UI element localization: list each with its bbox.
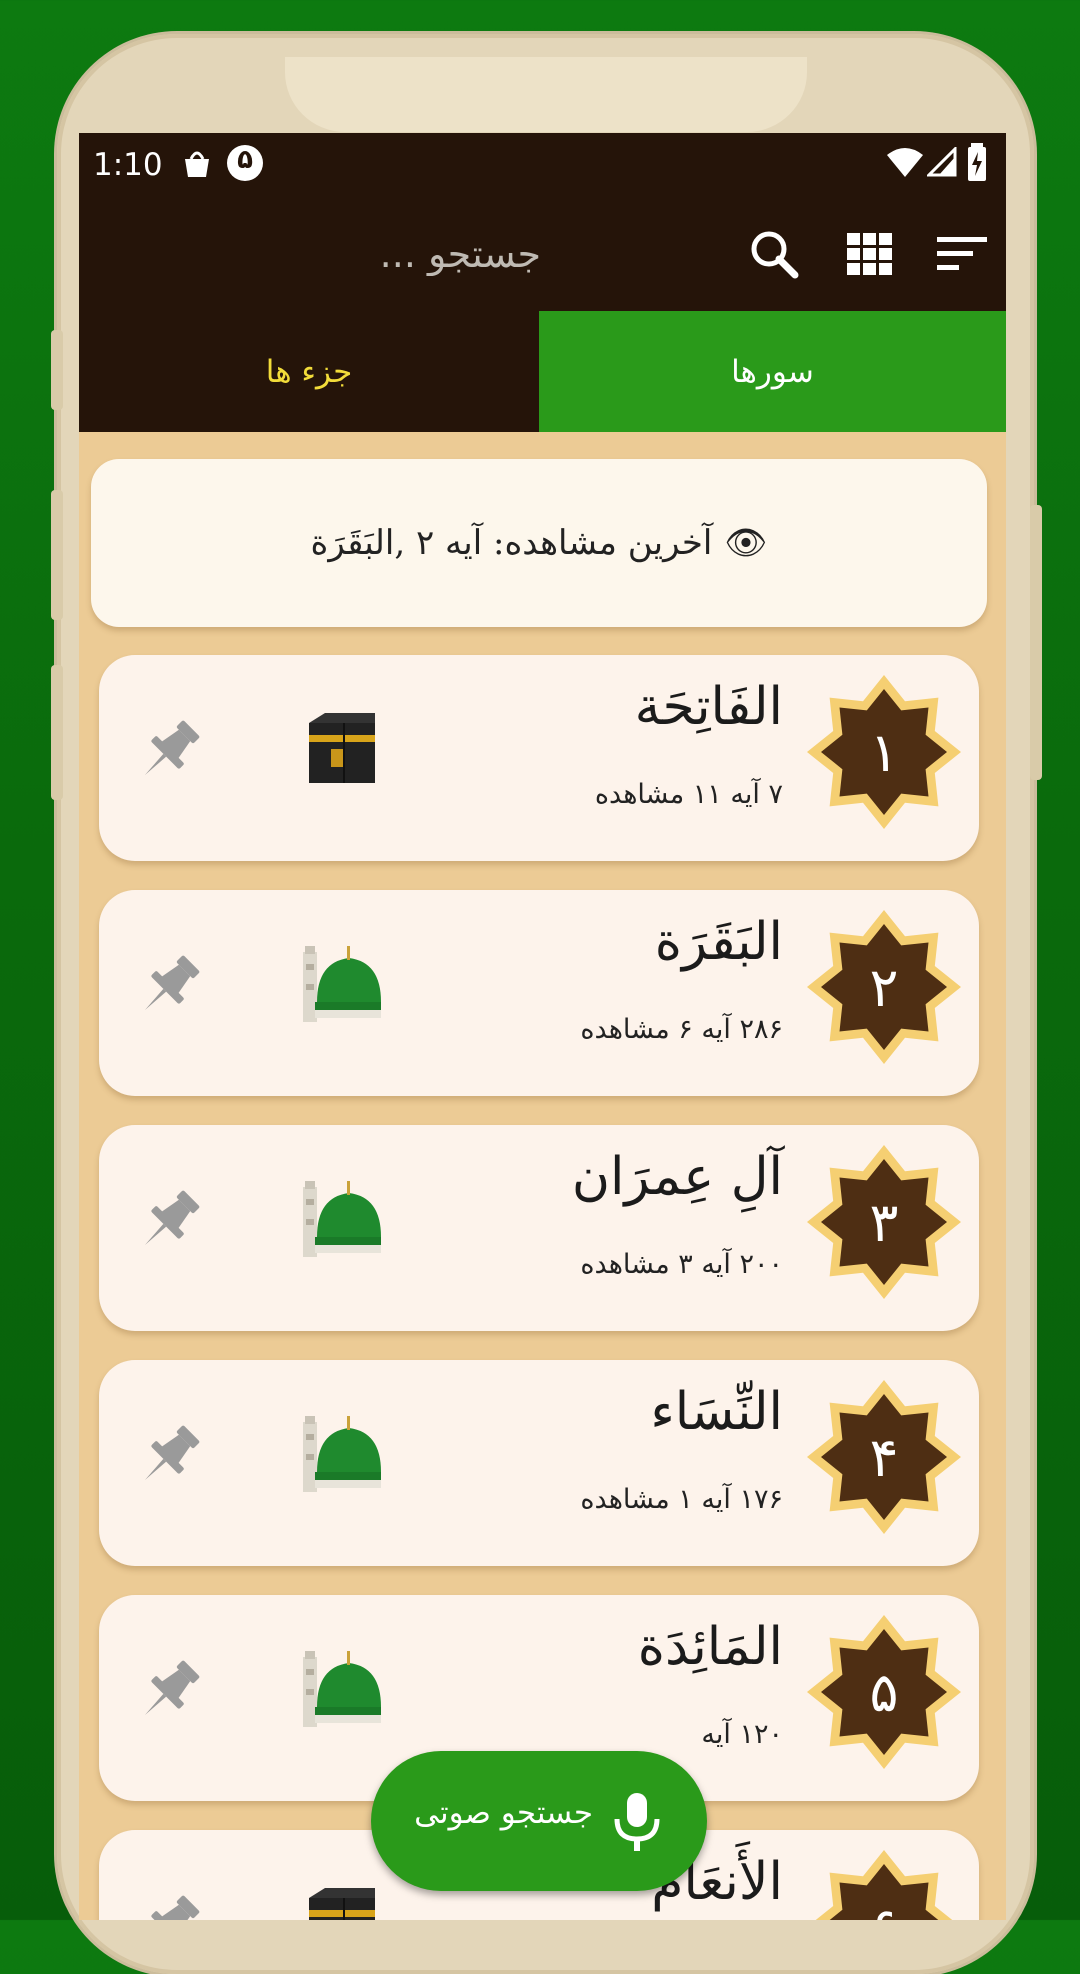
surah-subtitle: ۱۷۶ آیه ۱ مشاهده xyxy=(580,1484,783,1515)
surah-number: ۴ xyxy=(869,1425,899,1489)
surah-number-badge: ۱ xyxy=(807,675,961,829)
voice-search-label: جستجو صوتی xyxy=(414,1795,593,1831)
surah-card[interactable]: الفَاتِحَة ۷ آیه ۱۱ مشاهده ۱ xyxy=(99,655,979,861)
battery-icon xyxy=(968,143,986,181)
status-time: 1:10 xyxy=(93,147,163,183)
sort-icon[interactable] xyxy=(935,227,989,281)
surah-subtitle: ۲۰۰ آیه ۳ مشاهده xyxy=(580,1249,783,1280)
power-button xyxy=(1030,505,1042,780)
surah-name: المَائِدَة xyxy=(637,1617,783,1677)
search-input[interactable] xyxy=(179,223,543,285)
tab-juz[interactable]: جزء ها xyxy=(79,311,539,432)
voice-search-button[interactable]: جستجو صوتی xyxy=(371,1751,707,1891)
tab-bar: جزء ها سورها xyxy=(79,311,1006,432)
volume-button xyxy=(51,665,63,800)
notification-count: ۵ xyxy=(237,145,253,175)
mosque-icon xyxy=(303,944,381,1024)
surah-name: آلِ عِمرَان xyxy=(571,1147,783,1207)
tab-label: سورها xyxy=(731,353,814,390)
surah-card[interactable]: النِّسَاء ۱۷۶ آیه ۱ مشاهده ۴ xyxy=(99,1360,979,1566)
mosque-icon xyxy=(303,1414,381,1494)
pin-icon[interactable] xyxy=(133,950,205,1022)
surah-number-badge: ۳ xyxy=(807,1145,961,1299)
signal-icon xyxy=(927,147,957,177)
volume-button xyxy=(51,330,63,410)
surah-card[interactable]: البَقَرَة ۲۸۶ آیه ۶ مشاهده ۲ xyxy=(99,890,979,1096)
grid-icon[interactable] xyxy=(843,227,897,281)
app-screen: 1:10 ۵ جستجو ... جزء ها سورها 👁 آخرین مش… xyxy=(79,133,1006,1920)
pin-icon[interactable] xyxy=(133,1655,205,1727)
surah-number: ۵ xyxy=(869,1660,899,1724)
mic-icon xyxy=(614,1793,660,1851)
surah-subtitle: ۷ آیه ۱۱ مشاهده xyxy=(594,779,783,810)
surah-number: ۱ xyxy=(869,720,899,784)
pin-icon[interactable] xyxy=(133,1890,205,1920)
kaaba-icon xyxy=(303,709,381,789)
surah-number: ۲ xyxy=(869,955,899,1019)
mosque-icon xyxy=(303,1179,381,1259)
mosque-icon xyxy=(303,1649,381,1729)
kaaba-icon xyxy=(303,1884,381,1920)
surah-number-badge: ۲ xyxy=(807,910,961,1064)
search-icon[interactable] xyxy=(747,227,801,281)
surah-number-badge: ۵ xyxy=(807,1615,961,1769)
surah-name: البَقَرَة xyxy=(654,912,783,972)
status-bar: 1:10 ۵ xyxy=(79,133,1006,201)
last-viewed-card[interactable]: 👁 آخرین مشاهده: آیه ۲ ,البَقَرَة xyxy=(91,459,987,627)
surah-number-badge: ۶ xyxy=(807,1850,961,1920)
pin-icon[interactable] xyxy=(133,715,205,787)
volume-button xyxy=(51,490,63,620)
surah-name: الفَاتِحَة xyxy=(634,677,783,737)
tab-surahs[interactable]: سورها xyxy=(539,311,1006,432)
surah-name: النِّسَاء xyxy=(650,1382,783,1442)
pin-icon[interactable] xyxy=(133,1185,205,1257)
toolbar xyxy=(79,201,1006,311)
surah-card[interactable]: آلِ عِمرَان ۲۰۰ آیه ۳ مشاهده ۳ xyxy=(99,1125,979,1331)
device-notch xyxy=(285,57,807,132)
shopping-bag-icon xyxy=(185,151,209,177)
pin-icon[interactable] xyxy=(133,1420,205,1492)
wifi-icon xyxy=(887,148,923,177)
surah-number: ۳ xyxy=(869,1190,899,1254)
eye-icon: 👁 xyxy=(724,523,768,563)
surah-number-badge: ۴ xyxy=(807,1380,961,1534)
surah-number: ۶ xyxy=(807,1850,961,1921)
tab-label: جزء ها xyxy=(265,353,353,390)
last-viewed-text: آخرین مشاهده: آیه ۲ ,البَقَرَة xyxy=(310,523,713,563)
surah-subtitle: ۱۲۰ آیه xyxy=(701,1719,783,1750)
surah-subtitle: ۲۸۶ آیه ۶ مشاهده xyxy=(580,1014,783,1045)
